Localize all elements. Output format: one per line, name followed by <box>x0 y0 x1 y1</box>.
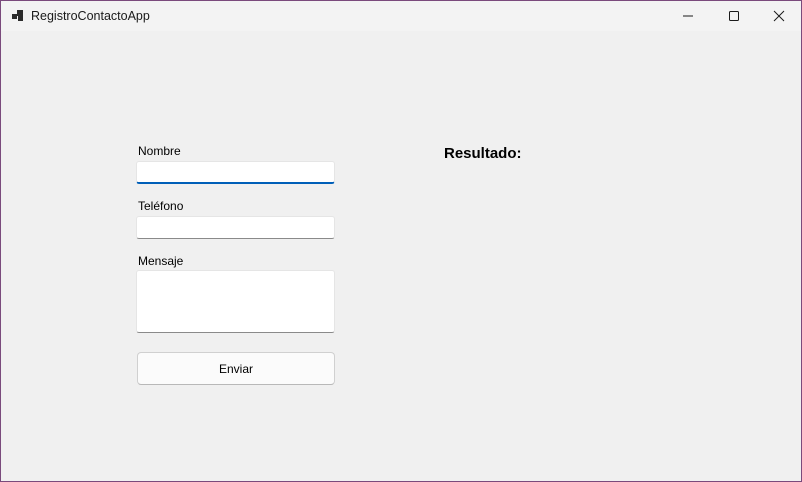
app-icon <box>12 10 23 21</box>
nombre-input[interactable] <box>136 161 335 184</box>
app-window: RegistroContactoApp Nombre Teléfono Mens… <box>0 0 802 482</box>
telefono-input[interactable] <box>136 216 335 239</box>
telefono-label: Teléfono <box>138 199 184 213</box>
resultado-label: Resultado: <box>444 145 522 162</box>
window-title: RegistroContactoApp <box>31 9 150 23</box>
close-icon <box>773 10 785 22</box>
minimize-icon <box>683 15 693 17</box>
enviar-button[interactable]: Enviar <box>137 352 335 385</box>
nombre-label: Nombre <box>138 144 181 158</box>
minimize-button[interactable] <box>665 1 711 31</box>
mensaje-label: Mensaje <box>138 254 184 268</box>
title-bar[interactable]: RegistroContactoApp <box>1 1 801 31</box>
maximize-button[interactable] <box>711 1 757 31</box>
form-area: Nombre Teléfono Mensaje Enviar Resultado… <box>1 31 801 481</box>
maximize-icon <box>729 11 739 21</box>
mensaje-textarea[interactable] <box>136 270 335 333</box>
close-button[interactable] <box>756 1 801 31</box>
